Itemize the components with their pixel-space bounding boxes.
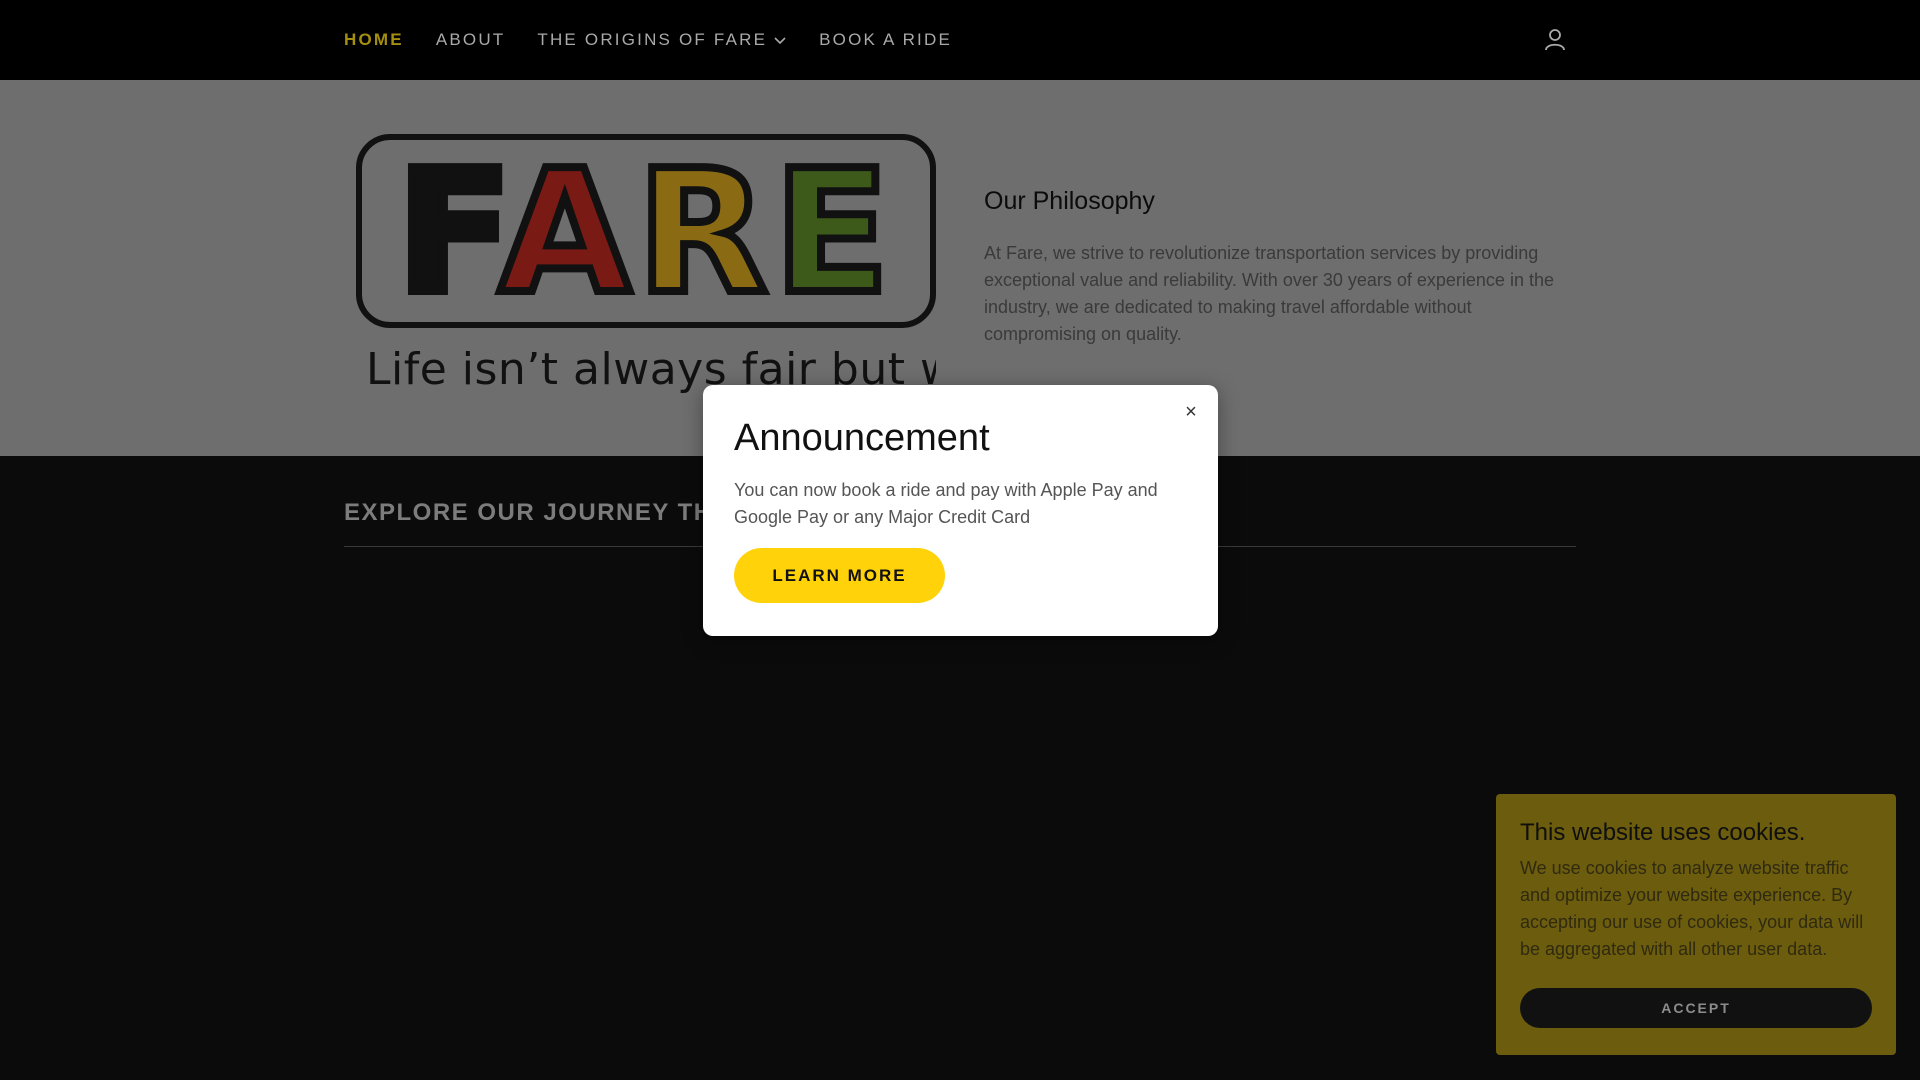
fare-logo: FARE Life isn’t always fair but we are bbox=[344, 116, 936, 416]
nav-item-book-a-ride[interactable]: BOOK A RIDE bbox=[819, 30, 952, 50]
modal-text: You can now book a ride and pay with App… bbox=[734, 480, 1158, 527]
user-icon[interactable] bbox=[1544, 28, 1566, 52]
close-icon[interactable]: × bbox=[1182, 402, 1200, 422]
nav-item-home[interactable]: HOME bbox=[344, 30, 404, 50]
top-nav: HOME ABOUT THE ORIGINS OF FARE BOOK A RI… bbox=[0, 0, 1920, 80]
logo-wordmark: FARE bbox=[392, 134, 896, 332]
cookie-title: This website uses cookies. bbox=[1520, 819, 1806, 846]
nav-links: HOME ABOUT THE ORIGINS OF FARE BOOK A RI… bbox=[344, 0, 984, 80]
learn-more-button[interactable]: LEARN MORE bbox=[734, 548, 945, 603]
nav-item-origins[interactable]: THE ORIGINS OF FARE bbox=[537, 30, 787, 50]
nav-item-about[interactable]: ABOUT bbox=[436, 30, 506, 50]
philosophy-text: At Fare, we strive to revolutionize tran… bbox=[984, 243, 1554, 344]
accept-button[interactable]: ACCEPT bbox=[1520, 988, 1872, 1028]
logo-frame: FARE bbox=[356, 134, 936, 328]
modal-title: Announcement bbox=[734, 417, 990, 459]
philosophy-title: Our Philosophy bbox=[984, 187, 1155, 215]
journey-heading: EXPLORE OUR JOURNEY TH bbox=[344, 499, 713, 526]
chevron-down-icon bbox=[774, 37, 786, 45]
nav-item-origins-label: THE ORIGINS OF FARE bbox=[537, 30, 768, 49]
cookie-text: We use cookies to analyze website traffi… bbox=[1520, 858, 1864, 959]
